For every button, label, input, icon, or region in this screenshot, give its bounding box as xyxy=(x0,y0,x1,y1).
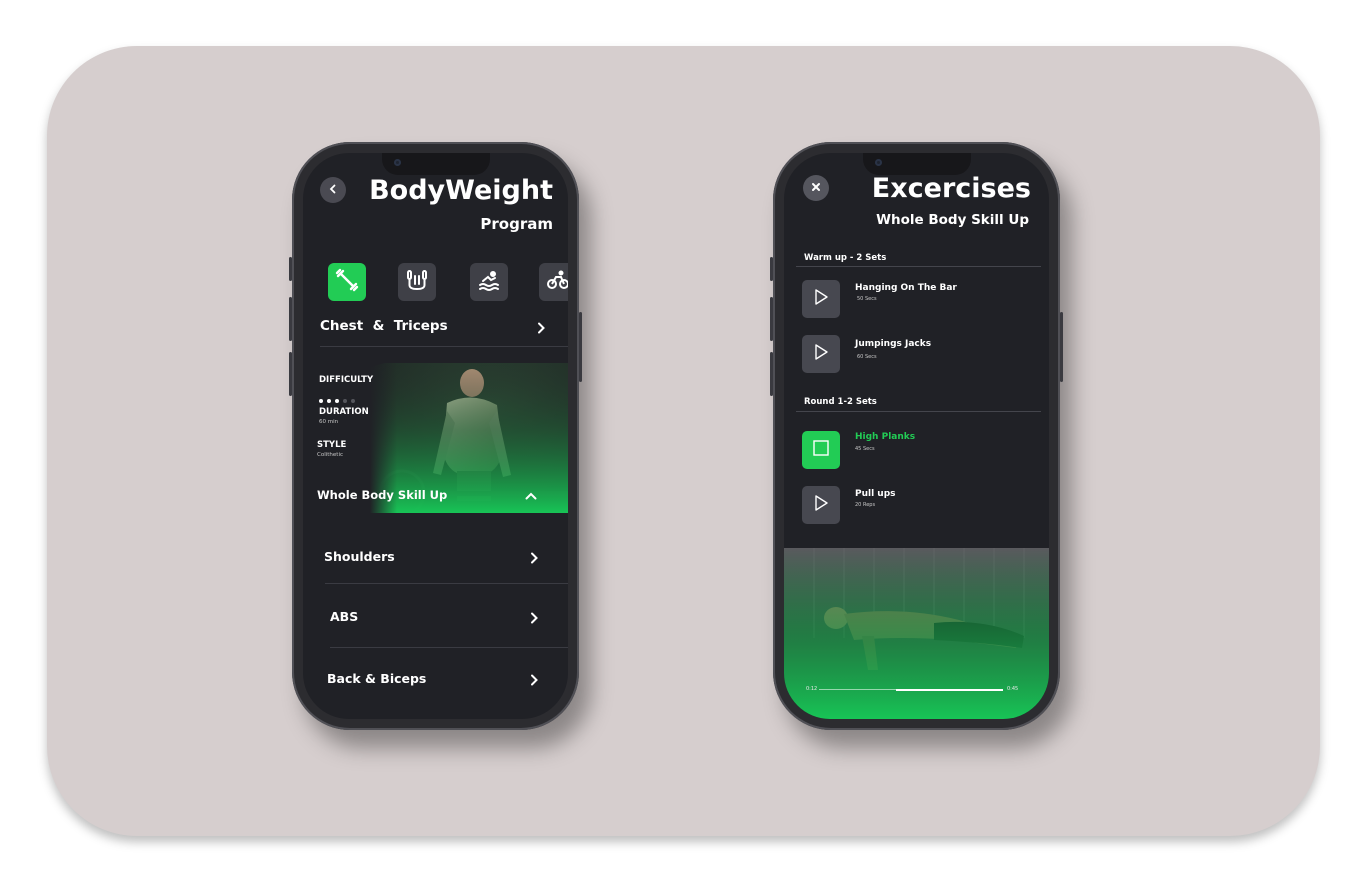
jump-rope-icon xyxy=(405,268,429,296)
exercise-detail: 50 Secs xyxy=(857,296,877,302)
menu-item-abs[interactable]: ABS xyxy=(330,609,358,624)
page-subtitle: Program xyxy=(480,215,553,233)
pushup-video-frame xyxy=(784,548,1049,719)
difficulty-dot xyxy=(335,399,339,403)
stop-button[interactable] xyxy=(802,431,840,469)
chevron-right-icon[interactable] xyxy=(529,671,539,690)
progress-fill xyxy=(896,688,1003,691)
progress-track[interactable] xyxy=(819,688,1003,691)
page-title: Excercises xyxy=(871,173,1031,204)
exercise-detail: 60 Secs xyxy=(857,354,877,360)
play-icon xyxy=(813,343,829,365)
play-button[interactable] xyxy=(802,335,840,373)
style-value: Colithetic xyxy=(317,452,343,458)
difficulty-dot xyxy=(351,399,355,403)
category-cardio[interactable] xyxy=(398,263,436,301)
notch xyxy=(862,153,971,175)
video-player[interactable]: 0:12 0:45 xyxy=(784,548,1049,719)
difficulty-dot xyxy=(327,399,331,403)
play-icon xyxy=(813,288,829,310)
right-phone: Excercises Whole Body Skill Up Warm up -… xyxy=(770,142,1063,730)
left-phone: BodyWeight Program Chest & Triceps DIFFI… xyxy=(289,142,582,730)
play-button[interactable] xyxy=(802,280,840,318)
exercise-detail: 20 Reps xyxy=(855,502,876,508)
page-subtitle: Whole Body Skill Up xyxy=(876,212,1029,228)
swimming-icon xyxy=(477,268,501,296)
play-button[interactable] xyxy=(802,486,840,524)
duration-label: DURATION xyxy=(319,407,369,417)
time-current: 0:12 xyxy=(806,686,818,692)
left-screen: BodyWeight Program Chest & Triceps DIFFI… xyxy=(303,153,568,719)
chevron-up-icon xyxy=(525,486,537,505)
cycling-icon xyxy=(546,268,568,296)
exercise-name[interactable]: Hanging On The Bar xyxy=(855,283,957,293)
close-icon xyxy=(811,180,821,196)
menu-item-back-biceps[interactable]: Back & Biceps xyxy=(327,671,426,686)
collapse-button[interactable] xyxy=(525,486,537,505)
difficulty-dot xyxy=(343,399,347,403)
section-title: Chest & Triceps xyxy=(320,318,448,334)
program-card[interactable]: DIFFICULTY DURATION 60 min STYLE Colithe… xyxy=(307,363,568,513)
back-button[interactable] xyxy=(320,177,346,203)
style-label: STYLE xyxy=(317,440,347,450)
section-warmup-title: Warm up - 2 Sets xyxy=(804,253,887,263)
category-swimming[interactable] xyxy=(470,263,508,301)
difficulty-dot xyxy=(319,399,323,403)
exercise-name[interactable]: Jumpings Jacks xyxy=(855,339,931,349)
section-arrow[interactable] xyxy=(536,318,546,339)
difficulty-dots xyxy=(319,388,359,407)
presentation-card xyxy=(47,46,1320,836)
menu-item-shoulders[interactable]: Shoulders xyxy=(324,549,395,564)
category-strength[interactable] xyxy=(328,263,366,301)
chevron-right-icon xyxy=(536,318,546,339)
chevron-right-icon[interactable] xyxy=(529,609,539,628)
close-button[interactable] xyxy=(803,175,829,201)
stop-icon xyxy=(812,439,830,461)
exercise-name[interactable]: Pull ups xyxy=(855,489,896,499)
duration-value: 60 min xyxy=(319,419,339,425)
notch xyxy=(381,153,490,175)
chevron-left-icon xyxy=(328,182,338,198)
exercise-detail: 45 Secs xyxy=(855,446,875,452)
chevron-right-icon[interactable] xyxy=(529,549,539,568)
category-cycling[interactable] xyxy=(539,263,568,301)
program-name: Whole Body Skill Up xyxy=(317,488,448,502)
time-total: 0:45 xyxy=(1007,686,1019,692)
section-round-title: Round 1-2 Sets xyxy=(804,397,877,407)
difficulty-label: DIFFICULTY xyxy=(319,375,374,385)
right-screen: Excercises Whole Body Skill Up Warm up -… xyxy=(784,153,1049,719)
dumbbell-icon xyxy=(335,268,359,296)
play-icon xyxy=(813,494,829,516)
exercise-name[interactable]: High Planks xyxy=(855,432,915,442)
page-title: BodyWeight xyxy=(369,175,553,206)
